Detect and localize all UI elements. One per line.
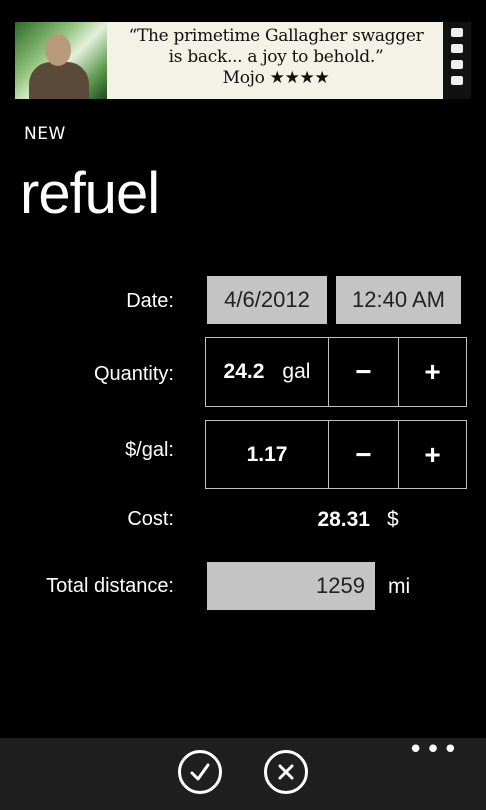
ad-photo xyxy=(15,22,107,99)
time-picker[interactable]: 12:40 AM xyxy=(336,276,461,324)
price-decrement-button[interactable]: − xyxy=(328,420,399,489)
minus-icon: − xyxy=(355,438,372,470)
save-button[interactable] xyxy=(178,750,222,794)
cost-value: 28.31 xyxy=(317,508,370,531)
quantity-value: 24.2 xyxy=(223,360,265,383)
distance-label: Total distance: xyxy=(46,575,174,597)
ad-quote-line3: Mojo ★★★★ xyxy=(222,68,330,88)
quantity-label: Quantity: xyxy=(93,363,174,385)
more-menu-button[interactable]: ••• xyxy=(408,737,460,763)
page-subtitle: NEW xyxy=(24,124,66,144)
application-bar: ••• xyxy=(0,737,486,810)
ad-quote-line1: “The primetime Gallagher swagger xyxy=(128,26,424,46)
quantity-increment-button[interactable]: + xyxy=(398,337,467,407)
film-strip xyxy=(443,22,471,99)
price-label: $/gal: xyxy=(125,439,174,461)
date-picker[interactable]: 4/6/2012 xyxy=(207,276,327,324)
quantity-field[interactable]: 24.2 gal xyxy=(205,337,329,407)
ad-quote: “The primetime Gallagher swagger is back… xyxy=(113,26,439,89)
date-label: Date: xyxy=(126,290,174,312)
cost-label: Cost: xyxy=(127,508,174,530)
price-field[interactable]: 1.17 xyxy=(205,420,329,489)
plus-icon: + xyxy=(424,356,441,387)
minus-icon: − xyxy=(355,356,372,387)
price-increment-button[interactable]: + xyxy=(398,420,467,489)
cancel-button[interactable] xyxy=(264,750,308,794)
price-value: 1.17 xyxy=(246,442,288,466)
distance-unit: mi xyxy=(388,575,411,598)
quantity-unit: gal xyxy=(282,360,311,383)
distance-input[interactable]: 1259 xyxy=(207,562,375,610)
ad-quote-line2: is back... a joy to behold.” xyxy=(168,47,384,67)
ad-banner[interactable]: “The primetime Gallagher swagger is back… xyxy=(15,22,471,99)
quantity-decrement-button[interactable]: − xyxy=(328,337,399,407)
close-icon xyxy=(278,764,294,780)
plus-icon: + xyxy=(424,438,441,470)
cost-unit: $ xyxy=(387,508,399,531)
page-title: refuel xyxy=(20,161,160,226)
checkmark-icon xyxy=(190,763,210,781)
